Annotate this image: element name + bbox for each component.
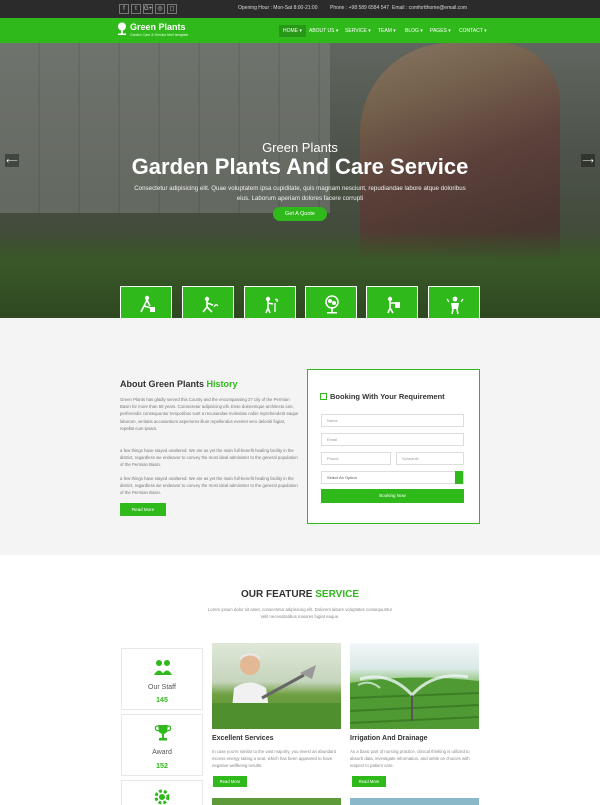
card-text: As a basic part of nursing practice, cli…	[350, 749, 470, 768]
card-read-more-button[interactable]: Read More	[213, 776, 247, 787]
card-title: Excellent Services	[212, 735, 274, 742]
hero-overlay	[0, 43, 600, 318]
stat-card-staff: Our Staff 145	[121, 648, 203, 710]
about-section	[0, 318, 600, 555]
get-a-quote-button[interactable]: Get A Quote	[273, 207, 327, 221]
brand-tagline: Garden Care & Service html template	[130, 33, 189, 37]
instagram-icon[interactable]: ◻	[167, 4, 177, 14]
next-card-image	[350, 798, 479, 805]
stat-value: 152	[156, 763, 168, 770]
dribbble-icon[interactable]: ◎	[155, 4, 165, 14]
brand-name[interactable]: Green Plants	[130, 22, 186, 32]
about-paragraph: a few things have stayed unaltered. We a…	[120, 448, 298, 468]
stat-card-award: Award 152	[121, 714, 203, 776]
facebook-icon[interactable]: f	[119, 4, 129, 14]
name-field[interactable]: Name	[321, 414, 464, 427]
logo-icon[interactable]	[116, 22, 128, 36]
feature-section-subtitle: Lorem ipsum dolor sit amet, consectetur …	[207, 607, 393, 619]
about-title: About Green Plants History	[120, 379, 238, 389]
nav-blog[interactable]: BLOG ▾	[405, 28, 423, 34]
booking-title: Booking With Your Requirement	[320, 392, 445, 401]
nav-pages[interactable]: PAGES ▾	[430, 28, 451, 34]
card-read-more-button[interactable]: Read More	[352, 776, 386, 787]
booking-now-button[interactable]: Booking Now	[321, 489, 464, 503]
irrigation-image	[350, 643, 479, 729]
trophy-icon	[154, 725, 172, 741]
drainage-icon	[140, 295, 155, 313]
email-field[interactable]: Email	[321, 433, 464, 446]
select-value: Select An Option	[327, 475, 357, 480]
about-read-more-button[interactable]: Read More	[120, 503, 166, 516]
email-info[interactable]: Email : comfortthome@email.com	[392, 5, 467, 11]
nav-home[interactable]: HOME ▾	[279, 25, 306, 37]
gear-icon	[154, 789, 170, 805]
phone-info: Phone : +98 589 6584 547	[330, 5, 390, 11]
opening-hour: Opening Hour : Mon-Sat 8:00-21:00	[238, 5, 318, 11]
next-card-image	[212, 798, 341, 805]
google-plus-icon[interactable]: G+	[143, 4, 153, 14]
nav-contact[interactable]: CONTACT ▾	[459, 28, 487, 34]
card-text: In case you're similar to the vast major…	[212, 749, 336, 768]
stat-label: Our Staff	[148, 684, 176, 691]
phone-field[interactable]: Phone	[321, 452, 391, 465]
nav-about-us[interactable]: ABOUT US ▾	[309, 28, 338, 34]
best-services-icon	[446, 296, 464, 315]
feature-section-title: OUR FEATURE SERVICE	[241, 589, 359, 600]
sapling-icon	[265, 296, 278, 314]
chevron-down-icon	[455, 471, 463, 484]
nav-service[interactable]: SERVICE ▾	[345, 28, 371, 34]
nav-team[interactable]: TEAM ▾	[378, 28, 396, 34]
stat-card-third	[121, 780, 203, 805]
about-paragraph: Green Plants has gladly served this Coun…	[120, 397, 299, 431]
twitter-icon[interactable]: t	[131, 4, 141, 14]
calendar-check-icon	[320, 393, 327, 400]
hero-title: Garden Plants And Care Service	[131, 154, 469, 179]
hero-subtitle: Green Plants	[262, 140, 338, 155]
option-select[interactable]: Select An Option	[321, 471, 464, 484]
stat-value: 145	[156, 697, 168, 704]
about-paragraph: a few things have stayed unaltered. We a…	[120, 476, 298, 496]
watering-icon	[387, 296, 400, 314]
stat-label: Award	[152, 749, 172, 756]
staff-icon	[154, 660, 172, 675]
planting-icon	[202, 296, 219, 313]
redesign-icon	[325, 295, 339, 314]
excellent-services-image	[212, 643, 341, 729]
hero-description: Consectetur adipisicing elit. Quae volup…	[134, 185, 466, 202]
card-title: Irrigation And Drainage	[350, 735, 428, 742]
schedule-field[interactable]: Schedule	[396, 452, 464, 465]
